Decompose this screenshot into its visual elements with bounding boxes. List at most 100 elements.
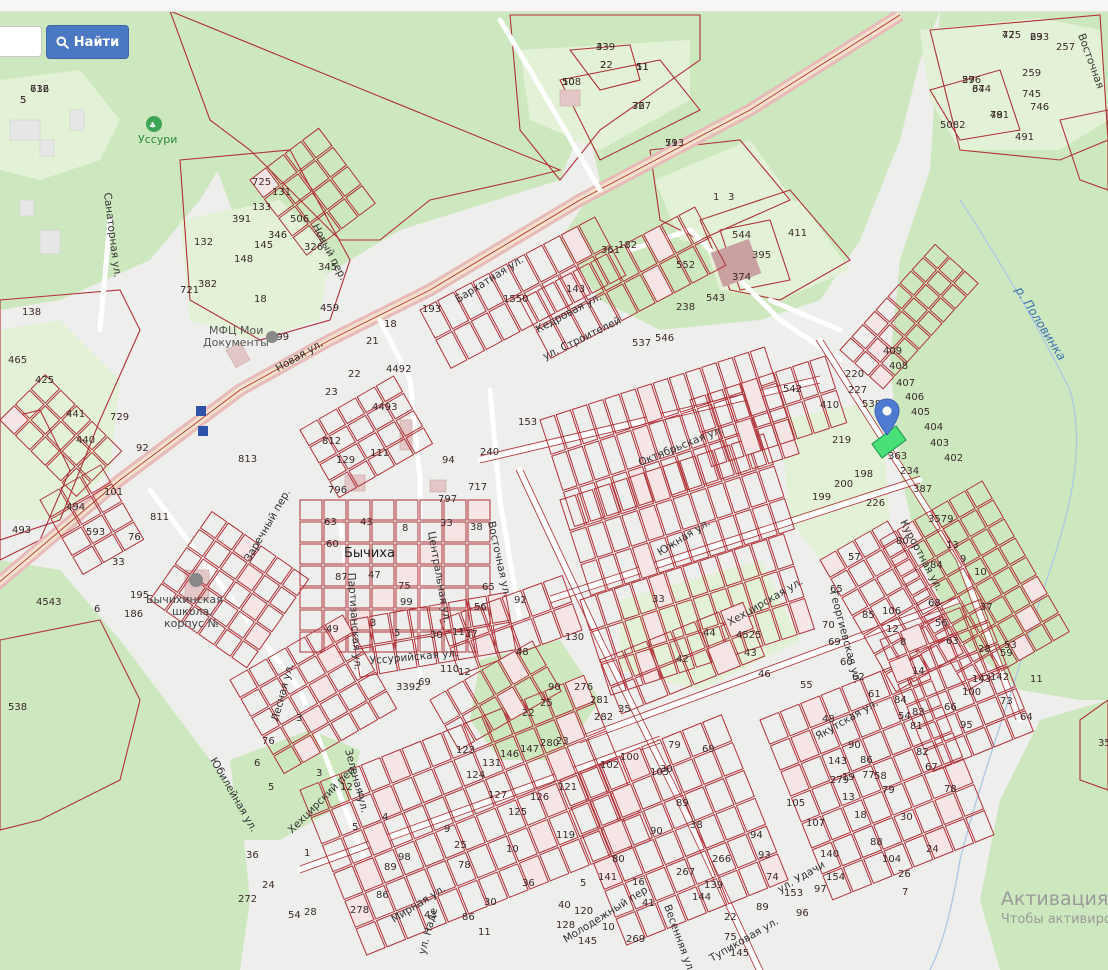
parcel-number: 3 <box>596 42 602 53</box>
parcel-number: 132 <box>194 237 213 248</box>
parcel-number: 410 <box>820 400 839 411</box>
parcel-number: 103 <box>650 767 669 778</box>
parcel-number: 143 <box>828 756 847 767</box>
parcel-number: 18 <box>384 319 397 330</box>
parcel-number: 28 <box>304 907 317 918</box>
parcel-number: 81 <box>910 721 923 732</box>
parcel-number: 100 <box>620 752 639 763</box>
watermark-line-1: Активация Wi <box>1000 888 1108 910</box>
parcel-number: 57 <box>848 552 861 563</box>
parcel-number: 2 <box>600 60 606 71</box>
parcel-number: 3 <box>316 768 322 779</box>
parcel-number: 797 <box>438 494 457 505</box>
parcel-number: 44 <box>703 628 716 639</box>
parcel-number: 425 <box>35 375 54 386</box>
parcel-number: 146 <box>500 749 519 760</box>
parcel-number: 121 <box>558 782 577 793</box>
parcel-number: 33 <box>440 518 453 529</box>
office-icon <box>266 331 278 343</box>
parcel-number: 72 <box>1002 30 1015 41</box>
search-input[interactable] <box>0 26 42 57</box>
parcel-number: 403 <box>930 438 949 449</box>
parcel-number: 88 <box>870 837 883 848</box>
parcel-number: 74 <box>766 872 779 883</box>
parcel-number: 543 <box>706 293 725 304</box>
parcel-number: 4 <box>382 812 388 823</box>
parcel-number: 53 <box>1004 640 1017 651</box>
parcel-number: 182 <box>618 240 637 251</box>
parcel[interactable] <box>371 587 395 609</box>
parcel-number: 22 <box>522 708 535 719</box>
parcel-number: 73 <box>1000 696 1013 707</box>
parcel-number: 796 <box>328 485 347 496</box>
parcel-number: 66 <box>944 702 957 713</box>
parcel-number: 395 <box>752 250 771 261</box>
parcel-number: 23 <box>556 736 569 747</box>
parcel-number: 85 <box>862 610 875 621</box>
parcel-number: 96 <box>796 908 809 919</box>
parcel-number: 23 <box>325 387 338 398</box>
parcel-number: 76 <box>262 736 275 747</box>
parcel-number: 459 <box>320 303 339 314</box>
parcel-number: 19 <box>842 772 855 783</box>
parcel-number: 60 <box>326 539 339 550</box>
parcel-number: 406 <box>905 392 924 403</box>
parcel-number: 153 <box>518 417 537 428</box>
parcel-number: 198 <box>854 469 873 480</box>
svg-text:♣: ♣ <box>149 121 156 130</box>
parcel-number: 552 <box>676 260 695 271</box>
parcel-number: 102 <box>600 760 619 771</box>
parcel-number: 266 <box>712 854 731 865</box>
parcel-number: 538 <box>8 702 27 713</box>
parcel-number: 4525 <box>736 630 761 641</box>
parcel-number: 746 <box>1030 102 1049 113</box>
parcel-number: 200 <box>834 479 853 490</box>
parcel-number: 282 <box>594 712 613 723</box>
parcel-number: 729 <box>110 412 129 423</box>
parcel-number: 10 <box>602 922 615 933</box>
parcel-number: 405 <box>911 407 930 418</box>
parcel-number: 272 <box>238 894 257 905</box>
parcel-number: 54 <box>898 711 911 722</box>
parcel-number: 86 <box>376 890 389 901</box>
cadastral-map[interactable]: 732543922 1150367593475 293296344491259257… <box>0 11 1108 970</box>
parcel-number: 54 <box>288 910 301 921</box>
parcel-number: 24 <box>926 844 939 855</box>
parcel-number: 138 <box>22 307 41 318</box>
parcel-number: 5 <box>268 782 274 793</box>
parcel-number: 220 <box>845 369 864 380</box>
parcel-number: 67 <box>972 84 985 95</box>
parcel-number: 493 <box>12 525 31 536</box>
parcel-number: 110 <box>440 664 459 675</box>
parcel-number: 69 <box>418 677 431 688</box>
parcel-number: 26 <box>898 869 911 880</box>
parcel-number: 141 <box>598 872 617 883</box>
parcel[interactable] <box>467 499 491 521</box>
parcel-number: 382 <box>198 279 217 290</box>
parcel-number: 30 <box>900 812 913 823</box>
parcel-number: 3 <box>728 192 734 203</box>
parcel-number: 37 <box>980 602 993 613</box>
parcel-number: 12 <box>886 624 899 635</box>
parcel-number: 219 <box>832 435 851 446</box>
parcel-number: 186 <box>124 609 143 620</box>
parcel-number: 12 <box>458 667 471 678</box>
location-marker-icon[interactable] <box>874 398 900 436</box>
parcel-number: 90 <box>848 740 861 751</box>
parcel-number: 58 <box>874 771 887 782</box>
poi-mfc-label-2: Документы <box>203 336 269 349</box>
parcel-number: 24 <box>262 880 275 891</box>
parcel-number: 374 <box>732 272 751 283</box>
parcel-number: 4493 <box>372 402 397 413</box>
search-button[interactable]: Найти <box>46 25 129 59</box>
parcel-number: 78 <box>944 784 957 795</box>
parcel-number: 546 <box>655 333 674 344</box>
parcel-number: 3 <box>296 713 302 724</box>
parcel-number: 9 <box>444 824 450 835</box>
parcel-number: 5 <box>394 628 400 639</box>
parcel-number: 30 <box>484 897 497 908</box>
parcel-number: 363 <box>888 451 907 462</box>
search-icon <box>56 35 69 49</box>
parcel-number: 93 <box>758 850 771 861</box>
parcel-number: 107 <box>806 818 825 829</box>
